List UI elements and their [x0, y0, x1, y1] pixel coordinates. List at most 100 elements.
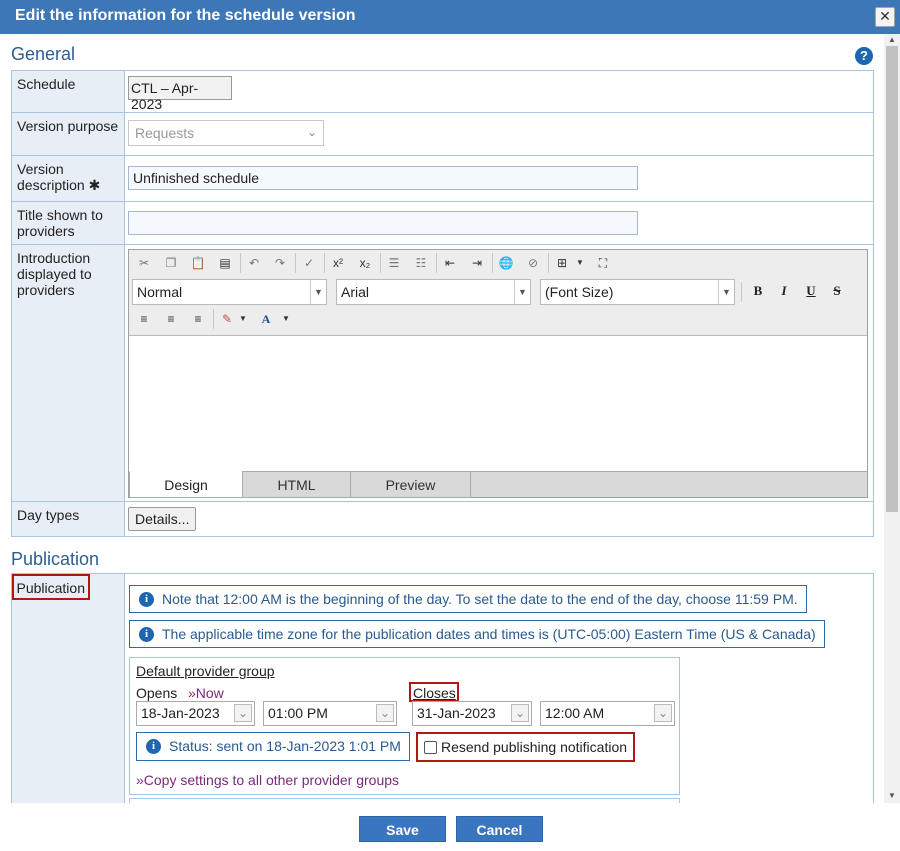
chevron-down-icon: ▼ [514, 280, 530, 304]
introduction-label: Introduction displayed to providers [11, 244, 125, 502]
close-time-select[interactable]: 12:00 AM ⌄ [540, 701, 675, 726]
vertical-scrollbar[interactable]: ▲ ▼ [884, 34, 900, 803]
open-time-value: 01:00 PM [268, 705, 328, 721]
font-color-icon[interactable]: A [257, 310, 275, 328]
redo-icon[interactable]: ↷ [271, 254, 289, 272]
chevron-down-icon: ⌄ [234, 704, 252, 722]
open-time-select[interactable]: 01:00 PM ⌄ [263, 701, 397, 726]
scroll-down-icon[interactable]: ▼ [884, 790, 900, 802]
indent-icon[interactable]: ⇥ [468, 254, 486, 272]
editor-toolbar: ✂ ❐ 📋 ▤ ↶ ↷ ✓ x² x₂ ☰ ☷ ⇤ ⇥ 🌐 ⊘ ⊞ ▼ ⛶ No… [129, 250, 867, 336]
general-section-title: General [11, 44, 76, 64]
info-note-day-start-text: Note that 12:00 AM is the beginning of t… [162, 591, 798, 607]
scroll-up-icon[interactable]: ▲ [884, 34, 900, 46]
publication-section-title: Publication [11, 549, 100, 569]
dialog-title-bar: Edit the information for the schedule ve… [0, 0, 900, 34]
table-icon[interactable]: ⊞ [553, 254, 571, 272]
publication-form: Publication i Note that 12:00 AM is the … [11, 573, 874, 803]
chevron-down-icon: ▼ [718, 280, 734, 304]
title-shown-label: Title shown to providers [11, 201, 125, 245]
save-button[interactable]: Save [359, 816, 446, 842]
chevron-down-icon: ▼ [310, 280, 326, 304]
paste-icon[interactable]: 📋 [189, 254, 207, 272]
now-link[interactable]: »Now [188, 685, 224, 701]
title-shown-input[interactable] [128, 211, 638, 235]
editor-mode-tabs: Design HTML Preview [129, 471, 867, 498]
required-star-icon: ✱ [88, 177, 101, 193]
version-purpose-label: Version purpose [11, 112, 125, 156]
underline-button[interactable]: U [802, 282, 820, 300]
cut-icon[interactable]: ✂ [135, 254, 153, 272]
copy-icon[interactable]: ❐ [162, 254, 180, 272]
numbered-list-icon[interactable]: ☰ [385, 254, 403, 272]
opens-label: Opens [136, 685, 178, 701]
table-dropdown-icon[interactable]: ▼ [571, 254, 589, 272]
open-date-select[interactable]: 18-Jan-2023 ⌄ [136, 701, 255, 726]
version-description-text: Version description [17, 161, 85, 193]
font-color-dropdown-icon[interactable]: ▼ [277, 310, 295, 328]
chevron-down-icon: ⌄ [654, 704, 672, 722]
editor-content-area[interactable] [129, 337, 867, 470]
version-description-label: Version description ✱ [11, 155, 125, 202]
day-types-label: Day types [11, 501, 125, 537]
dialog-content: General ? Schedule CTL – Apr-2023 Versio… [0, 34, 884, 803]
italic-button[interactable]: I [775, 282, 793, 300]
resend-label[interactable]: Resend publishing notification [441, 739, 627, 755]
closes-label: Closes [413, 685, 456, 701]
general-form: Schedule CTL – Apr-2023 Version purpose … [11, 70, 874, 537]
bulleted-list-icon[interactable]: ☷ [412, 254, 430, 272]
open-date-value: 18-Jan-2023 [141, 705, 220, 721]
paragraph-style-select[interactable]: Normal ▼ [132, 279, 327, 305]
outdent-icon[interactable]: ⇤ [441, 254, 459, 272]
info-note-time-zone-text: The applicable time zone for the publica… [162, 626, 816, 642]
help-icon[interactable]: ? [855, 47, 873, 65]
insert-link-icon[interactable]: 🌐 [497, 254, 515, 272]
remove-link-icon[interactable]: ⊘ [524, 254, 542, 272]
provider-group-title[interactable]: Default provider group [136, 663, 275, 679]
dialog-footer: Save Cancel [0, 803, 900, 851]
undo-icon[interactable]: ↶ [245, 254, 263, 272]
publication-label: Publication [16, 579, 86, 596]
info-icon: i [146, 739, 161, 754]
tab-design[interactable]: Design [129, 471, 243, 498]
details-button[interactable]: Details... [128, 507, 197, 531]
align-left-icon[interactable]: ≡ [135, 310, 153, 328]
font-size-select[interactable]: (Font Size) ▼ [540, 279, 735, 305]
spellcheck-icon[interactable]: ✓ [300, 254, 318, 272]
highlight-dropdown-icon[interactable]: ▼ [234, 310, 252, 328]
fullscreen-icon[interactable]: ⛶ [594, 254, 612, 272]
publication-values: i Note that 12:00 AM is the beginning of… [124, 573, 874, 803]
info-icon: i [139, 592, 154, 607]
cancel-button[interactable]: Cancel [456, 816, 543, 842]
superscript-icon[interactable]: x² [329, 254, 347, 272]
info-icon: i [139, 627, 154, 642]
schedule-label: Schedule [11, 70, 125, 113]
subscript-icon[interactable]: x₂ [356, 254, 374, 272]
rich-text-editor: ✂ ❐ 📋 ▤ ↶ ↷ ✓ x² x₂ ☰ ☷ ⇤ ⇥ 🌐 ⊘ ⊞ ▼ ⛶ No… [128, 249, 868, 498]
align-right-icon[interactable]: ≡ [189, 310, 207, 328]
tab-preview[interactable]: Preview [350, 471, 471, 498]
close-date-select[interactable]: 31-Jan-2023 ⌄ [412, 701, 532, 726]
chevron-down-icon: ⌄ [376, 704, 394, 722]
bold-button[interactable]: B [749, 282, 767, 300]
close-date-value: 31-Jan-2023 [417, 705, 496, 721]
status-text: Status: sent on 18-Jan-2023 1:01 PM [169, 738, 401, 754]
strikethrough-button[interactable]: S [828, 282, 846, 300]
version-purpose-select[interactable]: Requests ⌄ [128, 120, 324, 146]
copy-settings-link[interactable]: »Copy settings to all other provider gro… [136, 772, 399, 788]
provider-group-box: Default provider group Opens »Now Closes… [129, 657, 680, 795]
font-size-value: (Font Size) [545, 284, 614, 300]
scroll-thumb[interactable] [886, 46, 898, 512]
tab-html[interactable]: HTML [242, 471, 351, 498]
resend-checkbox[interactable] [424, 741, 437, 754]
align-center-icon[interactable]: ≡ [162, 310, 180, 328]
version-description-input[interactable]: Unfinished schedule [128, 166, 638, 190]
publication-label-cell: Publication [11, 573, 125, 803]
font-family-value: Arial [341, 284, 370, 300]
close-time-value: 12:00 AM [545, 705, 605, 721]
dialog-title: Edit the information for the schedule ve… [15, 7, 356, 24]
close-icon[interactable]: ✕ [875, 7, 895, 27]
status-box: i Status: sent on 18-Jan-2023 1:01 PM [136, 732, 410, 761]
paste-word-icon[interactable]: ▤ [216, 254, 234, 272]
font-family-select[interactable]: Arial ▼ [336, 279, 531, 305]
